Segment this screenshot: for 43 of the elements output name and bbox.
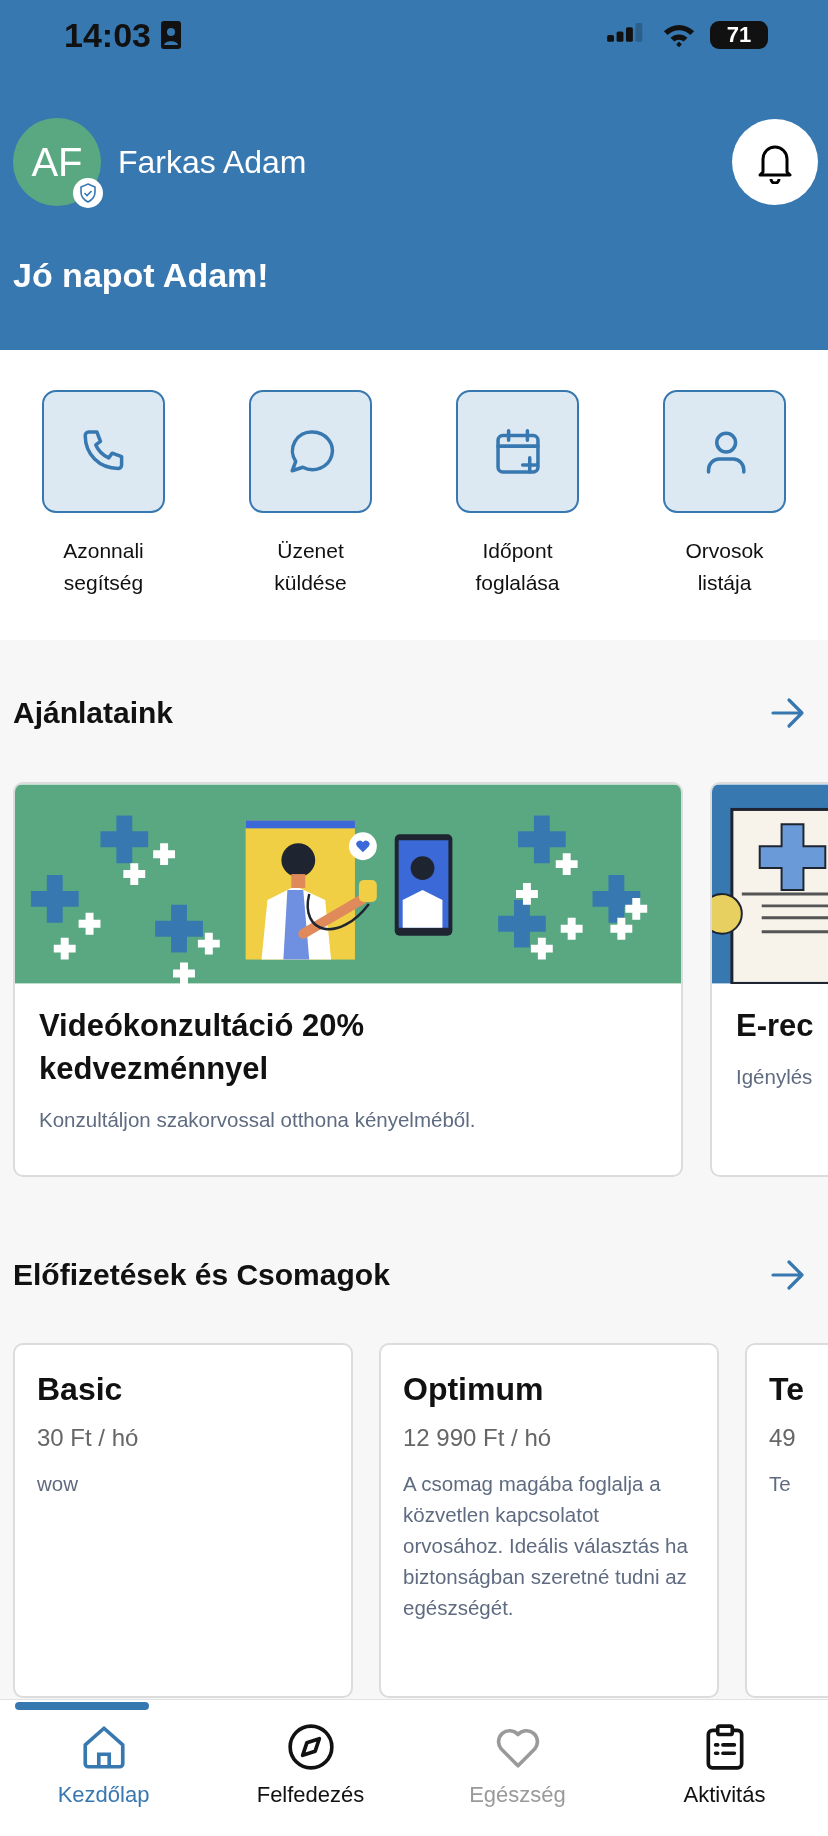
package-title: Basic (37, 1371, 124, 1408)
arrow-right-icon (770, 1259, 806, 1291)
quick-action-label: Időpont foglalása (474, 538, 561, 596)
quick-action-button[interactable] (42, 390, 165, 513)
nav-tab[interactable]: Kezdőlap (0, 1700, 207, 1836)
package-card[interactable]: Te 49 Te (745, 1343, 828, 1698)
battery-level: 71 (726, 22, 752, 48)
package-title: Te (769, 1371, 805, 1408)
greeting-title: Jó napot Adam! (12, 255, 270, 295)
compass-icon (285, 1722, 336, 1772)
offer-card[interactable]: E-rec Igénylés (710, 782, 828, 1177)
offer-title: E-rec (736, 1007, 815, 1045)
package-card[interactable]: Optimum 12 990 Ft / hó A csomag magába foglalja a közvetlen kapcsolatot orvosához. Ideális választás ha biztonságban szeretné tudni az egészségét. (379, 1343, 719, 1698)
offer-title: Videókonzultáció 20% kedvezménnyel (39, 1007, 365, 1088)
package-price: 49 (769, 1424, 797, 1452)
section-title: Előfizetések és Csomagok (13, 1258, 390, 1292)
package-description: A csomag magába foglalja a közvetlen kapcsolatot orvosához. Ideális választás ha biztonságban szeretné tudni az egészségét. (403, 1471, 689, 1621)
section-title: Ajánlataink (13, 696, 174, 730)
quick-action-label: Azonnali segítség (62, 538, 145, 596)
status-time: 14:03 (64, 15, 151, 55)
package-price: 12 990 Ft / hó (403, 1424, 553, 1452)
package-title: Optimum (403, 1371, 545, 1408)
see-all-button[interactable] (770, 1259, 806, 1291)
package-card[interactable]: Basic 30 Ft / hó wow (13, 1343, 353, 1698)
arrow-right-icon (770, 697, 806, 729)
package-description: wow (37, 1471, 79, 1497)
package-description: Te (769, 1471, 792, 1497)
package-price: 30 Ft / hó (37, 1424, 140, 1452)
avatar-initials: AF (31, 139, 83, 185)
quick-action-label: Üzenet küldése (273, 538, 348, 596)
quick-action-button[interactable] (663, 390, 786, 513)
nav-tab[interactable]: Felfedezés (207, 1700, 414, 1836)
quick-action-button[interactable] (249, 390, 372, 513)
user-name: Farkas Adam (118, 143, 307, 181)
quick-action-button[interactable] (456, 390, 579, 513)
quick-action-label: Orvosok listája (684, 538, 765, 596)
id-card-icon (160, 21, 181, 49)
offer-card[interactable]: Videókonzultáció 20% kedvezménnyel Konzultáljon szakorvossal otthona kényelméből. (13, 782, 683, 1177)
offer-description: Igénylés (736, 1065, 814, 1089)
offer-description: Konzultáljon szakorvossal otthona kényelméből. (39, 1108, 477, 1132)
see-all-button[interactable] (770, 697, 806, 729)
nav-tab[interactable]: Aktivitás (621, 1700, 828, 1836)
wifi-icon (662, 22, 696, 48)
